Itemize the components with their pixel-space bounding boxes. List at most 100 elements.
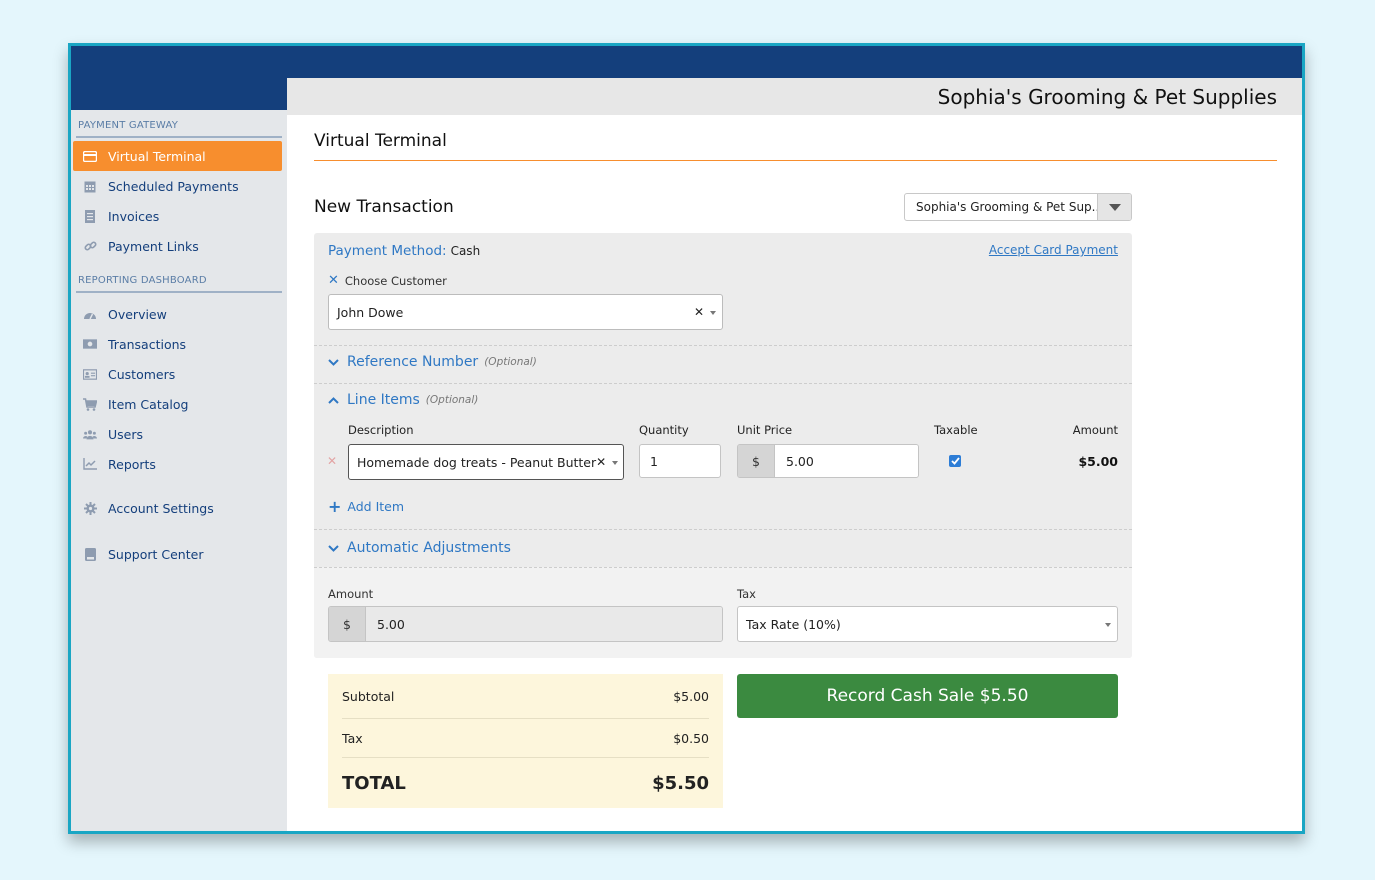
sidebar-section-title: REPORTING DASHBOARD bbox=[76, 269, 282, 293]
sidebar-item-invoices[interactable]: Invoices bbox=[73, 201, 282, 231]
automatic-adjustments-toggle[interactable]: Automatic Adjustments bbox=[328, 540, 511, 556]
sidebar-item-account-settings[interactable]: Account Settings bbox=[73, 493, 282, 523]
summary-row-tax: Tax $0.50 bbox=[342, 719, 709, 758]
business-name: Sophia's Grooming & Pet Supplies bbox=[937, 84, 1277, 109]
close-icon[interactable]: ✕ bbox=[328, 273, 339, 288]
tax-rate-value: Tax Rate (10%) bbox=[746, 616, 841, 632]
chevron-down-icon bbox=[612, 461, 619, 465]
order-summary: Subtotal $5.00 Tax $0.50 TOTAL $5.50 bbox=[328, 674, 723, 808]
remove-item-icon[interactable]: ✕ bbox=[327, 454, 337, 468]
sidebar-item-support-center[interactable]: Support Center bbox=[73, 539, 282, 569]
sidebar-item-reports[interactable]: Reports bbox=[73, 449, 282, 479]
chart-icon bbox=[83, 457, 97, 471]
sidebar-item-label: Transactions bbox=[108, 336, 187, 352]
sidebar-item-label: Users bbox=[108, 426, 144, 442]
divider bbox=[314, 567, 1132, 568]
sidebar-item-scheduled-payments[interactable]: Scheduled Payments bbox=[73, 171, 282, 201]
summary-row-subtotal: Subtotal $5.00 bbox=[342, 674, 709, 719]
column-header-quantity: Quantity bbox=[639, 423, 689, 437]
book-icon bbox=[83, 547, 97, 561]
tax-rate-select[interactable]: Tax Rate (10%) bbox=[737, 606, 1118, 642]
amount-input[interactable]: $ 5.00 bbox=[328, 606, 723, 642]
money-icon bbox=[83, 337, 97, 351]
divider bbox=[314, 345, 1132, 346]
amount-label: Amount bbox=[328, 587, 374, 601]
new-transaction-row: New Transaction Sophia's Grooming & Pet … bbox=[314, 193, 1132, 221]
choose-customer-label: ✕ Choose Customer bbox=[328, 273, 447, 288]
quantity-input[interactable]: 1 bbox=[639, 444, 721, 478]
sidebar-item-label: Overview bbox=[108, 306, 167, 322]
reference-number-label: Reference Number bbox=[347, 354, 479, 370]
choose-customer-text: Choose Customer bbox=[344, 273, 447, 288]
unit-price-value[interactable]: 5.00 bbox=[775, 445, 918, 477]
reference-number-toggle[interactable]: Reference Number (Optional) bbox=[328, 354, 537, 370]
card-icon bbox=[83, 149, 97, 163]
amount-value[interactable]: 5.00 bbox=[366, 607, 722, 641]
optional-tag: (Optional) bbox=[484, 356, 537, 368]
clear-icon[interactable]: ✕ bbox=[694, 305, 704, 319]
sidebar-item-label: Virtual Terminal bbox=[108, 148, 206, 164]
automatic-adjustments-label: Automatic Adjustments bbox=[347, 540, 511, 556]
summary-row-total: TOTAL $5.50 bbox=[342, 758, 709, 808]
add-item-button[interactable]: + Add Item bbox=[328, 497, 404, 516]
invoice-icon bbox=[83, 209, 97, 223]
check-icon bbox=[950, 457, 960, 465]
divider bbox=[314, 383, 1132, 384]
users-icon bbox=[83, 427, 97, 441]
dropdown-button[interactable] bbox=[1097, 194, 1131, 220]
plus-icon: + bbox=[328, 497, 342, 516]
taxable-checkbox[interactable] bbox=[949, 455, 961, 467]
sidebar-item-payment-links[interactable]: Payment Links bbox=[73, 231, 282, 261]
customer-select[interactable]: John Dowe ✕ bbox=[328, 294, 723, 330]
currency-addon: $ bbox=[738, 445, 775, 477]
clear-icon[interactable]: ✕ bbox=[596, 455, 606, 469]
add-item-label: Add Item bbox=[347, 499, 405, 514]
column-header-unit-price: Unit Price bbox=[737, 423, 793, 437]
chevron-down-icon bbox=[328, 544, 340, 552]
optional-tag: (Optional) bbox=[425, 394, 479, 406]
main-content: Sophia's Grooming & Pet Supplies Virtual… bbox=[287, 78, 1302, 831]
subtotal-label: Subtotal bbox=[342, 688, 395, 704]
chevron-down-icon bbox=[1105, 623, 1111, 627]
sidebar-item-virtual-terminal[interactable]: Virtual Terminal bbox=[73, 141, 282, 171]
sidebar-item-label: Scheduled Payments bbox=[108, 178, 239, 194]
line-item-description-select[interactable]: Homemade dog treats - Peanut Butter ✕ bbox=[348, 444, 624, 480]
payment-method-value: Cash bbox=[450, 244, 481, 258]
tax-label: Tax bbox=[737, 587, 756, 601]
currency-addon: $ bbox=[329, 607, 366, 641]
transaction-panel: Payment Method: Cash Accept Card Payment … bbox=[314, 233, 1132, 658]
line-items-toggle[interactable]: Line Items (Optional) bbox=[328, 392, 478, 408]
sidebar-item-label: Item Catalog bbox=[108, 396, 189, 412]
unit-price-input[interactable]: $ 5.00 bbox=[737, 444, 919, 478]
accept-card-payment-link[interactable]: Accept Card Payment bbox=[989, 243, 1118, 257]
id-card-icon bbox=[83, 367, 97, 381]
cart-icon bbox=[83, 397, 97, 411]
line-item-description: Homemade dog treats - Peanut Butter bbox=[357, 454, 597, 470]
sidebar-section-title: PAYMENT GATEWAY bbox=[76, 114, 282, 138]
column-header-description: Description bbox=[348, 423, 414, 437]
sidebar-item-label: Reports bbox=[108, 456, 156, 472]
sidebar-item-item-catalog[interactable]: Item Catalog bbox=[73, 389, 282, 419]
tax-summary-value: $0.50 bbox=[673, 730, 709, 746]
merchant-select[interactable]: Sophia's Grooming & Pet Sup... bbox=[904, 193, 1132, 221]
sidebar-item-transactions[interactable]: Transactions bbox=[73, 329, 282, 359]
column-header-taxable: Taxable bbox=[934, 423, 978, 437]
link-icon bbox=[83, 239, 97, 253]
sidebar-item-label: Payment Links bbox=[108, 238, 199, 254]
sidebar-item-overview[interactable]: Overview bbox=[73, 299, 282, 329]
sidebar-item-label: Support Center bbox=[108, 546, 204, 562]
page-title: Virtual Terminal bbox=[314, 131, 1277, 161]
sidebar-item-users[interactable]: Users bbox=[73, 419, 282, 449]
payment-method-label: Payment Method: bbox=[328, 243, 447, 259]
divider bbox=[314, 529, 1132, 530]
record-cash-sale-button[interactable]: Record Cash Sale $5.50 bbox=[737, 674, 1118, 718]
tax-summary-label: Tax bbox=[342, 730, 363, 746]
section-title: New Transaction bbox=[314, 197, 454, 217]
caret-down-icon bbox=[1108, 203, 1121, 211]
sidebar-item-label: Invoices bbox=[108, 208, 160, 224]
payment-method: Payment Method: Cash bbox=[328, 243, 480, 259]
chevron-down-icon bbox=[328, 358, 340, 366]
subtotal-value: $5.00 bbox=[673, 688, 709, 704]
total-label: TOTAL bbox=[342, 772, 406, 794]
sidebar-item-customers[interactable]: Customers bbox=[73, 359, 282, 389]
